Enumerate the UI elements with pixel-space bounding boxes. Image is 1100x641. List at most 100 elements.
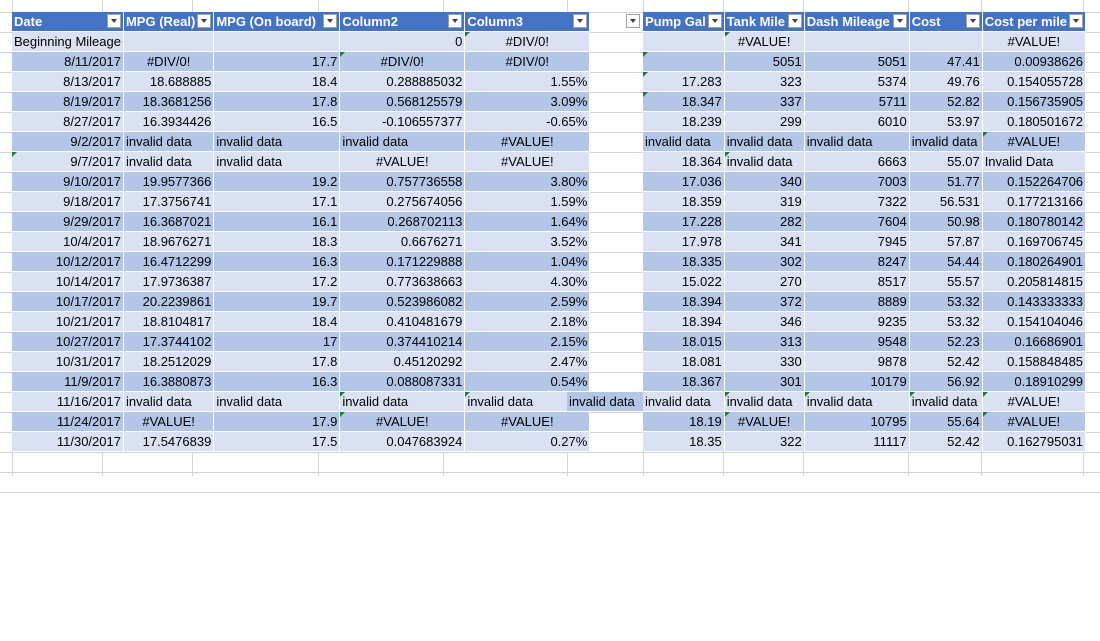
table-cell[interactable]: 18.2512029	[123, 351, 215, 372]
table-cell[interactable]: #VALUE!	[982, 31, 1087, 52]
table-cell[interactable]: 7945	[804, 231, 910, 252]
table-cell[interactable]: 3.80%	[464, 171, 591, 192]
table-cell[interactable]: 11117	[804, 431, 910, 452]
table-cell[interactable]: 9/2/2017	[12, 131, 124, 152]
table-cell[interactable]: 0.568125579	[339, 91, 466, 112]
filter-dropdown-icon[interactable]	[787, 14, 802, 28]
table-cell[interactable]: invalid data	[724, 131, 805, 152]
table-cell[interactable]: 15.022	[643, 271, 725, 292]
table-cell[interactable]: 6010	[804, 111, 910, 132]
filter-dropdown-icon[interactable]	[965, 14, 980, 28]
table-cell[interactable]: 9/10/2017	[12, 171, 124, 192]
table-cell[interactable]: 0.169706745	[982, 231, 1087, 252]
table-cell[interactable]: 10/31/2017	[12, 351, 124, 372]
filter-dropdown-icon[interactable]	[573, 14, 588, 28]
table-cell[interactable]: 56.531	[909, 191, 983, 212]
table-cell[interactable]: 18.347	[643, 91, 725, 112]
table-cell[interactable]	[909, 31, 983, 52]
table-cell[interactable]: 52.23	[909, 331, 983, 352]
table-cell[interactable]: 18.4	[213, 311, 341, 332]
table-cell[interactable]: 302	[724, 251, 805, 272]
table-cell[interactable]: 0.180264901	[982, 251, 1087, 272]
table-cell[interactable]: 313	[724, 331, 805, 352]
table-cell[interactable]: 0.374410214	[339, 331, 466, 352]
table-cell[interactable]: 5051	[804, 51, 910, 72]
table-cell[interactable]: #VALUE!	[982, 391, 1087, 412]
table-cell[interactable]: 0.18910299	[982, 371, 1087, 392]
table-cell[interactable]: 4.30%	[464, 271, 591, 292]
table-cell[interactable]: 0.275674056	[339, 191, 466, 212]
table-cell[interactable]: 1.64%	[464, 211, 591, 232]
table-cell[interactable]: 18.364	[643, 151, 725, 172]
table-cell[interactable]: 0.158848485	[982, 351, 1087, 372]
table-cell[interactable]: 55.64	[909, 411, 983, 432]
table-cell[interactable]: 1.55%	[464, 71, 591, 92]
table-cell[interactable]: 16.3	[213, 251, 341, 272]
table-cell[interactable]: invalid data	[213, 391, 341, 412]
table-cell[interactable]: 8/27/2017	[12, 111, 124, 132]
table-cell[interactable]: 16.4712299	[123, 251, 215, 272]
table-cell[interactable]: 18.19	[643, 411, 725, 432]
table-cell[interactable]: 0.27%	[464, 431, 591, 452]
table-cell[interactable]: #VALUE!	[982, 411, 1087, 432]
filter-dropdown-icon[interactable]	[1069, 14, 1084, 28]
filter-dropdown-icon[interactable]	[707, 14, 722, 28]
table-cell[interactable]: 17.8	[213, 351, 341, 372]
table-cell[interactable]: invalid data	[123, 151, 215, 172]
table-cell[interactable]: 8/13/2017	[12, 71, 124, 92]
table-cell[interactable]: 2.15%	[464, 331, 591, 352]
table-cell[interactable]: #VALUE!	[339, 151, 466, 172]
table-cell[interactable]: 5051	[724, 51, 805, 72]
table-cell[interactable]: 16.3880873	[123, 371, 215, 392]
table-cell[interactable]	[804, 31, 910, 52]
table-cell[interactable]: 20.2239861	[123, 291, 215, 312]
table-cell[interactable]: 2.47%	[464, 351, 591, 372]
table-cell[interactable]: 11/24/2017	[12, 411, 124, 432]
table-cell[interactable]: 17.5476839	[123, 431, 215, 452]
table-cell[interactable]: 47.41	[909, 51, 983, 72]
table-cell[interactable]: 10795	[804, 411, 910, 432]
table-cell[interactable]: 10179	[804, 371, 910, 392]
table-cell[interactable]: invalid data	[643, 391, 725, 412]
table-cell[interactable]: 0.410481679	[339, 311, 466, 332]
column-header[interactable]: Column2	[339, 12, 466, 32]
table-cell[interactable]: 6663	[804, 151, 910, 172]
table-cell[interactable]: 19.7	[213, 291, 341, 312]
table-cell[interactable]: 0.268702113	[339, 211, 466, 232]
table-cell[interactable]: 7322	[804, 191, 910, 212]
table-cell[interactable]: 52.42	[909, 351, 983, 372]
table-cell[interactable]: 8/19/2017	[12, 91, 124, 112]
table-cell[interactable]: 53.32	[909, 311, 983, 332]
table-cell[interactable]: 18.3681256	[123, 91, 215, 112]
table-cell[interactable]: 0.156735905	[982, 91, 1087, 112]
table-cell[interactable]: 5711	[804, 91, 910, 112]
table-cell[interactable]: 10/21/2017	[12, 311, 124, 332]
table-cell[interactable]: invalid data	[643, 131, 725, 152]
table-cell[interactable]: 0.773638663	[339, 271, 466, 292]
table-cell[interactable]: 18.8104817	[123, 311, 215, 332]
table-cell[interactable]: 10/17/2017	[12, 291, 124, 312]
table-cell[interactable]: 323	[724, 71, 805, 92]
filter-dropdown-icon[interactable]	[106, 14, 121, 28]
table-cell[interactable]: 17.2	[213, 271, 341, 292]
table-cell[interactable]: 0.088087331	[339, 371, 466, 392]
table-cell[interactable]: invalid data	[804, 391, 910, 412]
table-cell[interactable]: 17.9736387	[123, 271, 215, 292]
table-cell[interactable]: #VALUE!	[724, 411, 805, 432]
table-cell[interactable]: 8247	[804, 251, 910, 272]
table-cell[interactable]: invalid data	[213, 131, 341, 152]
table-cell[interactable]: invalid data	[339, 131, 466, 152]
column-header[interactable]: Date	[12, 12, 124, 32]
table-cell[interactable]: 53.32	[909, 291, 983, 312]
table-cell[interactable]: -0.106557377	[339, 111, 466, 132]
table-cell[interactable]: invalid data	[123, 131, 215, 152]
table-cell[interactable]: invalid data	[724, 391, 805, 412]
table-cell[interactable]: 0.54%	[464, 371, 591, 392]
table-cell[interactable]: 18.367	[643, 371, 725, 392]
table-cell[interactable]: 18.081	[643, 351, 725, 372]
table-cell[interactable]: 0	[339, 31, 466, 52]
table-cell[interactable]: 372	[724, 291, 805, 312]
table-cell[interactable]: 8517	[804, 271, 910, 292]
table-cell[interactable]: 17.228	[643, 211, 725, 232]
table-cell[interactable]: 322	[724, 431, 805, 452]
